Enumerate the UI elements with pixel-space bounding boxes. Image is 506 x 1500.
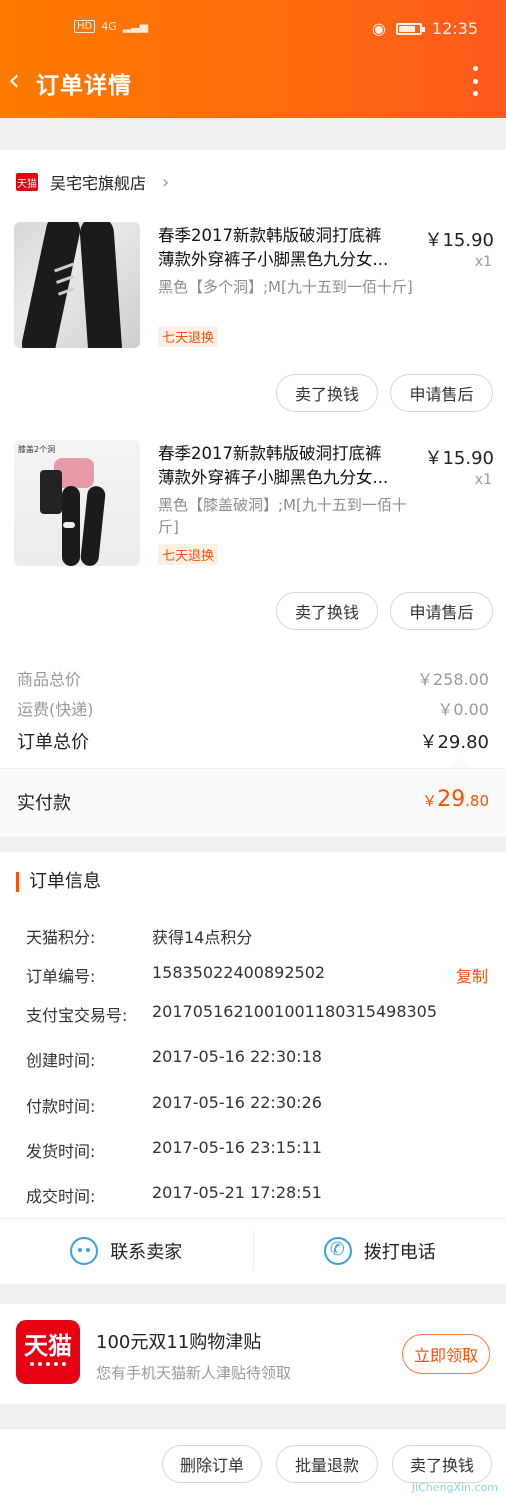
product-title-line2: 薄款外穿裤子小脚黑色九分女... [158, 468, 389, 487]
phone-icon [323, 1236, 352, 1265]
tmall-logo-icon: 天猫 [16, 1320, 80, 1384]
info-row-completed: 成交时间: 2017-05-21 17:28:51 [26, 1183, 488, 1207]
info-value: 2017051621001001180315498305 [152, 1002, 438, 1021]
order-item[interactable]: 膝盖2个洞 春季2017新款韩版破洞打底裤 薄款外穿裤子小脚黑色九分女... 黑… [14, 440, 494, 570]
product-spec: 黑色【膝盖破洞】;M[九十五到一佰十斤] [158, 496, 407, 536]
product-image[interactable] [14, 222, 140, 348]
info-key: 发货时间: [26, 1142, 96, 1161]
chat-icon [70, 1236, 99, 1265]
network-indicator: 4G [101, 20, 117, 33]
status-right: ◉ 12:35 [372, 19, 478, 38]
promo-banner[interactable]: 天猫 100元双11购物津贴 您有手机天猫新人津贴待领取 立即领取 [0, 1304, 506, 1404]
paid-row: 实付款 ￥29.80 [0, 768, 506, 834]
paid-decimal: .80 [465, 792, 489, 810]
paid-integer: 29 [437, 787, 466, 812]
product-title[interactable]: 春季2017新款韩版破洞打底裤 薄款外穿裤子小脚黑色九分女... [158, 442, 418, 490]
return-badge: 七天退换 [158, 544, 219, 565]
page-title: 订单详情 [36, 73, 132, 99]
app-header: HD 4G ▂▃▅ ◉ 12:35 ‹ 订单详情 [0, 0, 506, 118]
goods-total-label: 商品总价 [17, 670, 82, 689]
delete-order-button[interactable]: 删除订单 [162, 1445, 262, 1483]
watermark: JiChengXin.com [411, 1481, 498, 1494]
contact-bar: 联系卖家 拨打电话 [0, 1218, 506, 1282]
promo-title: 100元双11购物津贴 [96, 1332, 262, 1353]
order-total-label: 订单总价 [17, 732, 89, 753]
product-price: ￥15.90 [424, 230, 494, 251]
order-info-title: 订单信息 [16, 872, 101, 892]
contact-seller-button[interactable]: 联系卖家 [0, 1219, 253, 1282]
product-image-caption: 膝盖2个洞 [18, 445, 56, 454]
sell-button[interactable]: 卖了换钱 [276, 592, 378, 630]
order-total-value: ￥29.80 [419, 732, 489, 753]
info-key: 创建时间: [26, 1051, 96, 1070]
info-value: 1583502240089250​2 [152, 963, 326, 982]
info-row-shipped: 发货时间: 2017-05-16 23:15:11 [26, 1138, 488, 1162]
paid-value: ￥29.80 [422, 787, 489, 812]
claim-button[interactable]: 立即领取 [402, 1334, 490, 1374]
contact-seller-label: 联系卖家 [110, 1241, 183, 1263]
product-title-line2: 薄款外穿裤子小脚黑色九分女... [158, 250, 389, 269]
status-left: HD 4G ▂▃▅ [74, 20, 148, 33]
info-value: 获得14点积分 [152, 928, 253, 947]
paid-label: 实付款 [17, 793, 71, 814]
shipping-label: 运费(快递) [17, 700, 94, 719]
back-arrow-icon[interactable]: ‹ [8, 64, 20, 98]
info-value: 2017-05-21 17:28:51 [152, 1183, 322, 1202]
info-row-points: 天猫积分: 获得14点积分 [26, 924, 488, 948]
hd-indicator: HD [74, 20, 96, 33]
product-price: ￥15.90 [424, 448, 494, 469]
call-phone-button[interactable]: 拨打电话 [254, 1219, 506, 1282]
order-card: 天猫 吴宅宅旗舰店 › 春季2017新款韩版破洞打底裤 薄款外穿裤子小脚黑色九分… [0, 150, 506, 836]
product-image[interactable]: 膝盖2个洞 [14, 440, 140, 566]
nav-bar: ‹ 订单详情 [0, 58, 506, 106]
shop-row[interactable]: 天猫 吴宅宅旗舰店 › [16, 170, 169, 194]
battery-icon [395, 22, 425, 35]
info-key: 支付宝交易号: [26, 1006, 128, 1025]
signal-icon: ▂▃▅ [122, 20, 149, 33]
after-sales-button[interactable]: 申请售后 [390, 374, 493, 412]
chevron-right-icon: › [162, 171, 170, 193]
more-options-icon[interactable] [470, 66, 480, 96]
goods-total-row: 商品总价 ￥258.00 [17, 666, 489, 690]
order-total-row: 订单总价 ￥29.80 [17, 728, 489, 754]
info-key: 订单编号: [26, 967, 96, 986]
info-key: 成交时间: [26, 1187, 96, 1206]
paid-caret [450, 758, 470, 768]
product-spec: 黑色【多个洞】;M[九十五到一佰十斤] [158, 278, 413, 296]
info-value: 2017-05-16 23:15:11 [152, 1138, 322, 1157]
paid-currency: ￥ [422, 792, 438, 810]
product-title-line1: 春季2017新款韩版破洞打底裤 [158, 226, 382, 245]
product-title-line1: 春季2017新款韩版破洞打底裤 [158, 444, 382, 463]
product-quantity: x1 [474, 472, 492, 488]
status-time: 12:35 [431, 19, 478, 38]
info-value: 2017-05-16 22:30:26 [152, 1093, 322, 1112]
bottom-action-bar: 删除订单 批量退款 卖了换钱 JiChengXin.com [0, 1428, 506, 1500]
call-phone-label: 拨打电话 [363, 1241, 436, 1263]
product-title[interactable]: 春季2017新款韩版破洞打底裤 薄款外穿裤子小脚黑色九分女... [158, 224, 418, 272]
sell-button[interactable]: 卖了换钱 [276, 374, 378, 412]
after-sales-button[interactable]: 申请售后 [390, 592, 493, 630]
order-item[interactable]: 春季2017新款韩版破洞打底裤 薄款外穿裤子小脚黑色九分女... 黑色【多个洞】… [14, 222, 494, 352]
shipping-row: 运费(快递) ￥0.00 [17, 696, 489, 720]
info-row-alipay: 支付宝交易号: 2017051621001001180315498305 [26, 1002, 488, 1026]
eye-icon: ◉ [371, 19, 386, 38]
shipping-value: ￥0.00 [437, 700, 489, 719]
return-badge: 七天退换 [158, 326, 219, 347]
batch-refund-button[interactable]: 批量退款 [276, 1445, 378, 1483]
info-row-created: 创建时间: 2017-05-16 22:30:18 [26, 1047, 488, 1071]
info-row-order-number: 订单编号: 1583502240089250​2 复制 [26, 963, 488, 987]
info-key: 付款时间: [26, 1097, 96, 1116]
info-key: 天猫积分: [26, 928, 96, 947]
product-quantity: x1 [474, 254, 492, 270]
shop-name: 吴宅宅旗舰店 [50, 174, 147, 193]
sell-button-bottom[interactable]: 卖了换钱 [392, 1445, 492, 1483]
copy-button[interactable]: 复制 [456, 963, 488, 987]
info-value: 2017-05-16 22:30:18 [152, 1047, 322, 1066]
goods-total-value: ￥258.00 [417, 670, 489, 689]
status-bar: HD 4G ▂▃▅ ◉ 12:35 [0, 0, 506, 56]
info-row-paid: 付款时间: 2017-05-16 22:30:26 [26, 1093, 488, 1117]
tmall-badge-icon: 天猫 [16, 173, 38, 191]
promo-subtitle: 您有手机天猫新人津贴待领取 [96, 1364, 292, 1382]
